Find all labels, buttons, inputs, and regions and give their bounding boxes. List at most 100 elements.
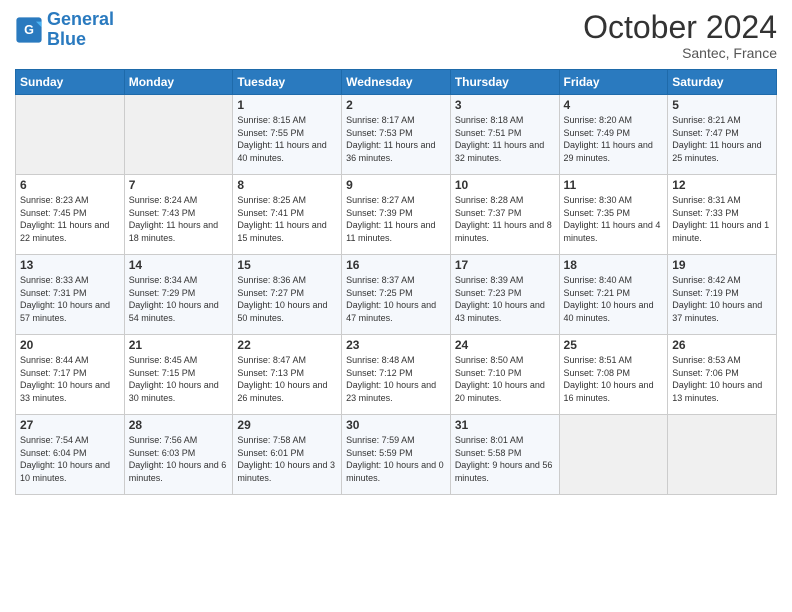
day-num-1-3: 9 [346, 178, 446, 192]
day-num-1-6: 12 [672, 178, 772, 192]
cell-detail-1-0: Sunrise: 8:23 AMSunset: 7:45 PMDaylight:… [20, 194, 120, 244]
cell-1-0: 6 Sunrise: 8:23 AMSunset: 7:45 PMDaylight… [16, 175, 125, 255]
cell-3-6: 26Sunrise: 8:53 AMSunset: 7:06 PMDayligh… [668, 335, 777, 415]
cell-detail-4-2: Sunrise: 7:58 AMSunset: 6:01 PMDaylight:… [237, 434, 337, 484]
cell-2-0: 13 Sunrise: 8:33 AMSunset: 7:31 PMDayligh… [16, 255, 125, 335]
col-saturday: Saturday [668, 70, 777, 95]
day-num-0-2: 1 [237, 98, 337, 112]
cell-2-1: 14Sunrise: 8:34 AMSunset: 7:29 PMDayligh… [124, 255, 233, 335]
cell-detail-1-6: Sunrise: 8:31 AMSunset: 7:33 PMDaylight:… [672, 194, 772, 244]
svg-text:G: G [24, 23, 34, 37]
cell-detail-1-1: Sunrise: 8:24 AMSunset: 7:43 PMDaylight:… [129, 194, 229, 244]
cell-detail-3-2: Sunrise: 8:47 AMSunset: 7:13 PMDaylight:… [237, 354, 337, 404]
col-thursday: Thursday [450, 70, 559, 95]
page: G General Blue October 2024 Santec, Fran… [0, 0, 792, 612]
cell-detail-0-4: Sunrise: 8:18 AMSunset: 7:51 PMDaylight:… [455, 114, 555, 164]
cell-3-3: 23Sunrise: 8:48 AMSunset: 7:12 PMDayligh… [342, 335, 451, 415]
cell-2-2: 15Sunrise: 8:36 AMSunset: 7:27 PMDayligh… [233, 255, 342, 335]
col-friday: Friday [559, 70, 668, 95]
title-block: October 2024 Santec, France [583, 10, 777, 61]
cell-4-1: 28 Sunrise: 7:56 AMSunset: 6:03 PMDayligh… [124, 415, 233, 495]
cell-0-5: 4 Sunrise: 8:20 AMSunset: 7:49 PMDaylight… [559, 95, 668, 175]
cell-0-2: 1 Sunrise: 8:15 AMSunset: 7:55 PMDaylight… [233, 95, 342, 175]
week-row-0: 1 Sunrise: 8:15 AMSunset: 7:55 PMDaylight… [16, 95, 777, 175]
week-row-4: 27 Sunrise: 7:54 AMSunset: 6:04 PMDayligh… [16, 415, 777, 495]
cell-1-3: 9 Sunrise: 8:27 AMSunset: 7:39 PMDaylight… [342, 175, 451, 255]
subtitle: Santec, France [583, 45, 777, 61]
day-num-2-5: 18 [564, 258, 664, 272]
cell-2-5: 18 Sunrise: 8:40 AMSunset: 7:21 PMDayligh… [559, 255, 668, 335]
cell-1-4: 10 Sunrise: 8:28 AMSunset: 7:37 PMDayligh… [450, 175, 559, 255]
cell-3-5: 25Sunrise: 8:51 AMSunset: 7:08 PMDayligh… [559, 335, 668, 415]
day-num-1-4: 10 [455, 178, 555, 192]
cell-detail-2-6: Sunrise: 8:42 AMSunset: 7:19 PMDaylight:… [672, 274, 772, 324]
day-num-0-4: 3 [455, 98, 555, 112]
cell-1-1: 7 Sunrise: 8:24 AMSunset: 7:43 PMDaylight… [124, 175, 233, 255]
cell-1-5: 11 Sunrise: 8:30 AMSunset: 7:35 PMDayligh… [559, 175, 668, 255]
cell-detail-4-4: Sunrise: 8:01 AMSunset: 5:58 PMDaylight:… [455, 434, 555, 484]
cell-3-4: 24 Sunrise: 8:50 AMSunset: 7:10 PMDayligh… [450, 335, 559, 415]
cell-3-0: 20Sunrise: 8:44 AMSunset: 7:17 PMDayligh… [16, 335, 125, 415]
day-num-2-0: 13 [20, 258, 120, 272]
cell-4-6 [668, 415, 777, 495]
cell-detail-0-6: Sunrise: 8:21 AMSunset: 7:47 PMDaylight:… [672, 114, 772, 164]
cell-3-2: 22Sunrise: 8:47 AMSunset: 7:13 PMDayligh… [233, 335, 342, 415]
day-num-1-1: 7 [129, 178, 229, 192]
cell-detail-1-3: Sunrise: 8:27 AMSunset: 7:39 PMDaylight:… [346, 194, 446, 244]
logo-text: General Blue [47, 10, 114, 50]
day-num-1-5: 11 [564, 178, 664, 192]
logo-line2: Blue [47, 29, 86, 49]
day-num-2-4: 17 [455, 258, 555, 272]
cell-detail-2-4: Sunrise: 8:39 AMSunset: 7:23 PMDaylight:… [455, 274, 555, 324]
col-tuesday: Tuesday [233, 70, 342, 95]
cell-detail-1-4: Sunrise: 8:28 AMSunset: 7:37 PMDaylight:… [455, 194, 555, 244]
cell-detail-3-6: Sunrise: 8:53 AMSunset: 7:06 PMDaylight:… [672, 354, 772, 404]
cell-3-1: 21Sunrise: 8:45 AMSunset: 7:15 PMDayligh… [124, 335, 233, 415]
cell-0-1 [124, 95, 233, 175]
col-monday: Monday [124, 70, 233, 95]
day-num-4-4: 31 [455, 418, 555, 432]
cell-detail-0-2: Sunrise: 8:15 AMSunset: 7:55 PMDaylight:… [237, 114, 337, 164]
calendar-body: 1 Sunrise: 8:15 AMSunset: 7:55 PMDaylight… [16, 95, 777, 495]
cell-detail-2-0: Sunrise: 8:33 AMSunset: 7:31 PMDaylight:… [20, 274, 120, 324]
cell-2-6: 19 Sunrise: 8:42 AMSunset: 7:19 PMDayligh… [668, 255, 777, 335]
day-num-3-4: 24 [455, 338, 555, 352]
logo-icon: G [15, 16, 43, 44]
cell-detail-3-4: Sunrise: 8:50 AMSunset: 7:10 PMDaylight:… [455, 354, 555, 404]
cell-detail-2-3: Sunrise: 8:37 AMSunset: 7:25 PMDaylight:… [346, 274, 446, 324]
cell-1-2: 8Sunrise: 8:25 AMSunset: 7:41 PMDaylight… [233, 175, 342, 255]
day-num-3-0: 20 [20, 338, 120, 352]
cell-detail-4-0: Sunrise: 7:54 AMSunset: 6:04 PMDaylight:… [20, 434, 120, 484]
day-num-0-6: 5 [672, 98, 772, 112]
cell-2-3: 16 Sunrise: 8:37 AMSunset: 7:25 PMDayligh… [342, 255, 451, 335]
logo: G General Blue [15, 10, 114, 50]
day-num-1-0: 6 [20, 178, 120, 192]
cell-4-3: 30Sunrise: 7:59 AMSunset: 5:59 PMDayligh… [342, 415, 451, 495]
week-row-2: 13 Sunrise: 8:33 AMSunset: 7:31 PMDayligh… [16, 255, 777, 335]
day-num-4-1: 28 [129, 418, 229, 432]
cell-detail-2-5: Sunrise: 8:40 AMSunset: 7:21 PMDaylight:… [564, 274, 664, 324]
cell-detail-0-5: Sunrise: 8:20 AMSunset: 7:49 PMDaylight:… [564, 114, 664, 164]
day-num-4-0: 27 [20, 418, 120, 432]
cell-detail-3-3: Sunrise: 8:48 AMSunset: 7:12 PMDaylight:… [346, 354, 446, 404]
day-num-3-1: 21 [129, 338, 229, 352]
col-wednesday: Wednesday [342, 70, 451, 95]
cell-4-4: 31 Sunrise: 8:01 AMSunset: 5:58 PMDayligh… [450, 415, 559, 495]
week-row-3: 20Sunrise: 8:44 AMSunset: 7:17 PMDayligh… [16, 335, 777, 415]
day-num-0-5: 4 [564, 98, 664, 112]
cell-0-3: 2Sunrise: 8:17 AMSunset: 7:53 PMDaylight… [342, 95, 451, 175]
day-num-3-5: 25 [564, 338, 664, 352]
cell-detail-1-2: Sunrise: 8:25 AMSunset: 7:41 PMDaylight:… [237, 194, 337, 244]
cell-4-0: 27 Sunrise: 7:54 AMSunset: 6:04 PMDayligh… [16, 415, 125, 495]
cell-detail-1-5: Sunrise: 8:30 AMSunset: 7:35 PMDaylight:… [564, 194, 664, 244]
col-sunday: Sunday [16, 70, 125, 95]
day-num-2-3: 16 [346, 258, 446, 272]
day-num-4-2: 29 [237, 418, 337, 432]
cell-detail-4-1: Sunrise: 7:56 AMSunset: 6:03 PMDaylight:… [129, 434, 229, 484]
header-row: Sunday Monday Tuesday Wednesday Thursday… [16, 70, 777, 95]
cell-0-4: 3 Sunrise: 8:18 AMSunset: 7:51 PMDaylight… [450, 95, 559, 175]
cell-detail-2-2: Sunrise: 8:36 AMSunset: 7:27 PMDaylight:… [237, 274, 337, 324]
cell-0-6: 5 Sunrise: 8:21 AMSunset: 7:47 PMDaylight… [668, 95, 777, 175]
cell-2-4: 17 Sunrise: 8:39 AMSunset: 7:23 PMDayligh… [450, 255, 559, 335]
day-num-2-6: 19 [672, 258, 772, 272]
